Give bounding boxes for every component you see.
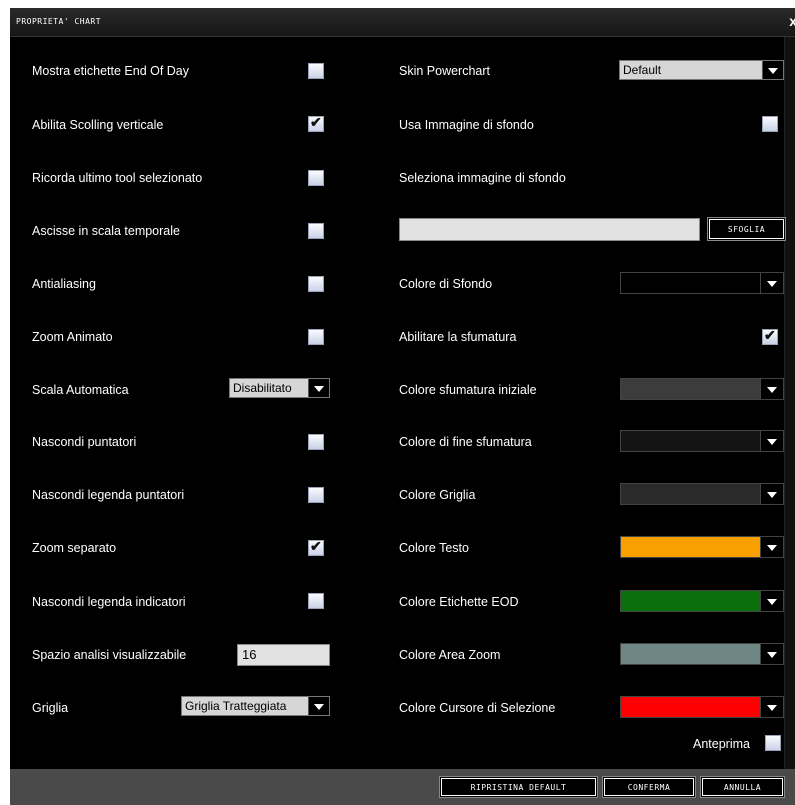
dialog-title: PROPRIETA' CHART (16, 17, 102, 26)
reset-defaults-button[interactable]: RIPRISTINA DEFAULT (440, 777, 597, 797)
hide-pointer-legend-checkbox[interactable] (308, 487, 324, 503)
cursor-color-label: Colore Cursore di Selezione (399, 701, 556, 715)
grid-label: Griglia (32, 701, 69, 715)
skin-dropdown[interactable]: Default (619, 60, 784, 80)
cursor-color-picker[interactable] (620, 696, 784, 718)
time-axis-label: Ascisse in scala temporale (32, 224, 180, 238)
eod-color-picker[interactable] (620, 590, 784, 612)
hide-pointers-label: Nascondi puntatori (32, 435, 137, 449)
preview-checkbox[interactable] (765, 735, 781, 751)
vertical-scrolling-label: Abilita Scolling verticale (32, 118, 164, 132)
confirm-button[interactable]: CONFERMA (603, 777, 695, 797)
browse-button[interactable]: SFOGLIA (708, 218, 785, 240)
antialiasing-checkbox[interactable] (308, 276, 324, 292)
grid-style-value: Griglia Tratteggiata (185, 699, 287, 713)
background-path-input[interactable] (399, 218, 700, 241)
separate-zoom-checkbox[interactable]: ✔ (308, 538, 324, 556)
gradient-start-color-picker[interactable] (620, 378, 784, 400)
background-color-label: Colore di Sfondo (399, 277, 493, 291)
vertical-scrolling-checkbox[interactable]: ✔ (308, 114, 324, 132)
chevron-down-icon[interactable] (760, 537, 783, 557)
background-image-label: Usa Immagine di sfondo (399, 118, 534, 132)
chevron-down-icon[interactable] (760, 431, 783, 451)
separate-zoom-label: Zoom separato (32, 541, 117, 555)
eod-color-label: Colore Etichette EOD (399, 595, 519, 609)
chevron-down-icon[interactable] (760, 644, 783, 664)
chevron-down-icon[interactable] (760, 379, 783, 399)
end-of-day-checkbox[interactable] (308, 63, 324, 79)
chevron-down-icon[interactable] (308, 697, 329, 715)
animated-zoom-label: Zoom Animato (32, 330, 113, 344)
text-color-picker[interactable] (620, 536, 784, 558)
chevron-down-icon[interactable] (760, 591, 783, 611)
gradient-checkbox[interactable]: ✔ (762, 327, 778, 345)
gradient-start-label: Colore sfumatura iniziale (399, 383, 537, 397)
background-color-picker[interactable] (620, 272, 784, 294)
cancel-button[interactable]: ANNULLA (701, 777, 784, 797)
title-bar: PROPRIETA' CHART x (10, 8, 795, 37)
gradient-end-color-picker[interactable] (620, 430, 784, 452)
grid-style-dropdown[interactable]: Griglia Tratteggiata (181, 696, 330, 716)
hide-pointers-checkbox[interactable] (308, 434, 324, 450)
checkmark-icon: ✔ (764, 327, 776, 343)
checkmark-icon: ✔ (310, 538, 322, 554)
hide-pointer-legend-label: Nascondi legenda puntatori (32, 488, 185, 502)
skin-label: Skin Powerchart (399, 64, 491, 78)
antialiasing-label: Antialiasing (32, 277, 96, 291)
gradient-end-label: Colore di fine sfumatura (399, 435, 532, 449)
vertical-scrollbar[interactable] (784, 37, 795, 769)
animated-zoom-checkbox[interactable] (308, 329, 324, 345)
zoom-area-color-label: Colore Area Zoom (399, 648, 501, 662)
text-color-label: Colore Testo (399, 541, 469, 555)
chevron-down-icon[interactable] (760, 697, 783, 717)
checkmark-icon: ✔ (310, 114, 322, 130)
time-axis-checkbox[interactable] (308, 223, 324, 239)
analysis-space-input[interactable]: 16 (237, 644, 330, 666)
chevron-down-icon[interactable] (762, 61, 783, 79)
end-of-day-label: Mostra etichette End Of Day (32, 64, 190, 78)
auto-scale-dropdown[interactable]: Disabilitato (229, 378, 330, 398)
zoom-area-color-picker[interactable] (620, 643, 784, 665)
preview-label: Anteprima (693, 737, 750, 751)
select-background-label: Seleziona immagine di sfondo (399, 171, 566, 185)
grid-color-label: Colore Griglia (399, 488, 476, 502)
remember-tool-checkbox[interactable] (308, 170, 324, 186)
remember-tool-label: Ricorda ultimo tool selezionato (32, 171, 203, 185)
gradient-label: Abilitare la sfumatura (399, 330, 517, 344)
hide-indicator-legend-label: Nascondi legenda indicatori (32, 595, 186, 609)
grid-color-picker[interactable] (620, 483, 784, 505)
skin-value: Default (623, 63, 662, 77)
auto-scale-value: Disabilitato (233, 381, 292, 395)
chevron-down-icon[interactable] (760, 484, 783, 504)
analysis-space-label: Spazio analisi visualizzabile (32, 648, 187, 662)
chevron-down-icon[interactable] (760, 273, 783, 293)
hide-indicator-legend-checkbox[interactable] (308, 593, 324, 609)
close-icon[interactable]: x (789, 13, 795, 29)
chevron-down-icon[interactable] (308, 379, 329, 397)
background-image-checkbox[interactable] (762, 116, 778, 132)
auto-scale-label: Scala Automatica (32, 383, 129, 397)
